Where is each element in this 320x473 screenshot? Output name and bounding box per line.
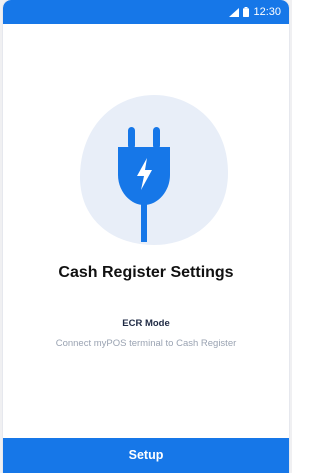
status-bar: 12:30 (3, 0, 289, 24)
power-plug-icon (118, 127, 170, 242)
status-icons: 12:30 (229, 4, 281, 20)
signal-icon (229, 7, 240, 17)
setup-button[interactable]: Setup (3, 438, 289, 473)
device-frame: 12:30 Cash Register Settings ECR Mode Co… (0, 0, 292, 473)
clock-text: 12:30 (253, 6, 281, 18)
battery-icon (243, 7, 250, 17)
mode-label: ECR Mode (122, 318, 170, 329)
description-text: Connect myPOS terminal to Cash Register (55, 338, 237, 349)
page-title: Cash Register Settings (58, 264, 234, 281)
app-screen: 12:30 Cash Register Settings ECR Mode Co… (3, 0, 289, 473)
